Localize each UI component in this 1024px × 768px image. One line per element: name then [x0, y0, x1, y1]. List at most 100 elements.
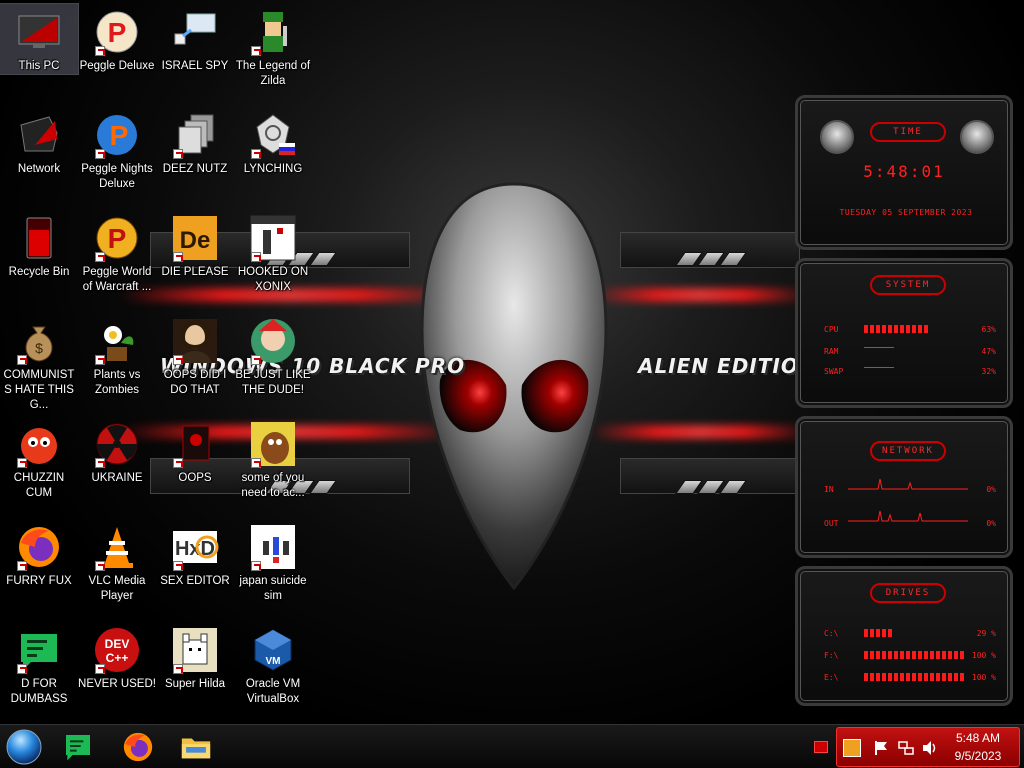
- taskbar-clock-time[interactable]: 5:48 AM: [943, 731, 1013, 745]
- alien-orb-icon: [960, 120, 994, 154]
- desktop-icon-japan-suicide-sim[interactable]: japan suicide sim: [234, 519, 312, 619]
- desktop-icon-ukraine[interactable]: UKRAINE: [78, 416, 156, 516]
- system-ram-row: RAM 47%: [824, 345, 996, 357]
- icon-label: LYNCHING: [243, 163, 303, 175]
- desktop-icon-never-used[interactable]: DEV C++ NEVER USED!: [78, 622, 156, 722]
- desktop-icon-die-please[interactable]: De DIE PLEASE: [156, 210, 234, 310]
- network-gadget[interactable]: NETWORK IN 0% OUT 0%: [795, 416, 1013, 558]
- icon-label: Network: [17, 163, 61, 175]
- desktop-icon-virtualbox[interactable]: VM Oracle VM VirtualBox: [234, 622, 312, 722]
- icon-label: UKRAINE: [91, 472, 143, 484]
- time-gadget[interactable]: TIME 5:48:01 TUESDAY 05 SEPTEMBER 2023: [795, 95, 1013, 250]
- network-status-icon[interactable]: [897, 740, 915, 756]
- desktop-icon-d-for-dumbass[interactable]: D FOR DUMBASS: [0, 622, 78, 722]
- icon-label: OOPS: [178, 472, 212, 484]
- icon-label: Oracle VM VirtualBox: [245, 678, 301, 705]
- desktop-icon-recycle-bin[interactable]: Recycle Bin: [0, 210, 78, 310]
- chat-app-icon: [66, 735, 90, 761]
- time-gadget-date: TUESDAY 05 SEPTEMBER 2023: [839, 208, 973, 217]
- desktop-icon-oops-did-i[interactable]: OOPS DID I DO THAT: [156, 313, 234, 413]
- show-hidden-icons-button[interactable]: [814, 741, 828, 753]
- desktop-icon-super-hilda[interactable]: Super Hilda: [156, 622, 234, 722]
- desktop-icon-vlc[interactable]: VLC Media Player: [78, 519, 156, 619]
- icon-label: CHUZZIN CUM: [13, 472, 65, 499]
- cpu-bar-fill: [864, 325, 929, 333]
- icon-label: OOPS DID I DO THAT: [163, 369, 227, 396]
- row-label: CPU: [824, 324, 839, 334]
- volume-icon[interactable]: [921, 740, 939, 756]
- drive-e-bar-fill: [864, 673, 966, 681]
- row-label: E:\: [824, 672, 839, 682]
- taskbar-firefox[interactable]: [118, 727, 158, 767]
- row-value: 100 %: [971, 650, 996, 660]
- svg-text:$: $: [35, 340, 43, 356]
- icon-label: DIE PLEASE: [161, 266, 229, 278]
- desktop-icon-furry-fux[interactable]: FURRY FUX: [0, 519, 78, 619]
- desktop-icon-oops[interactable]: OOPS: [156, 416, 234, 516]
- desktop-icon-communists[interactable]: $ COMMUNISTS HATE THIS G...: [0, 313, 78, 413]
- desktop-icon-plants-vs-zombies[interactable]: Plants vs Zombies: [78, 313, 156, 413]
- alien-orb-icon: [820, 120, 854, 154]
- svg-text:P: P: [108, 223, 127, 254]
- time-gadget-title: TIME: [870, 122, 946, 142]
- svg-text:De: De: [180, 227, 211, 254]
- start-button[interactable]: [4, 727, 44, 767]
- icon-label: DEEZ NUTZ: [162, 163, 228, 175]
- icon-label: Peggle Nights Deluxe: [81, 163, 153, 190]
- system-gadget[interactable]: SYSTEM CPU 63% RAM 47% SWAP 32%: [795, 258, 1013, 408]
- row-label: C:\: [824, 628, 839, 638]
- taskbar-file-explorer[interactable]: [176, 727, 216, 767]
- icon-label: The Legend of Zilda: [235, 60, 311, 87]
- alien-head-graphic: [420, 182, 608, 591]
- desktop-icon-peggle-wow[interactable]: P Peggle World of Warcraft ...: [78, 210, 156, 310]
- this-pc-icon: [18, 15, 60, 48]
- desktop-icon-this-pc[interactable]: This PC: [0, 3, 79, 104]
- swap-bar-fill: [864, 367, 897, 375]
- row-value: 0%: [986, 484, 996, 494]
- desktop-icon-lynching[interactable]: LYNCHING: [234, 107, 312, 207]
- desktop-icon-peggle-nights[interactable]: P Peggle Nights Deluxe: [78, 107, 156, 207]
- desktop-icon-hooked-on-xonix[interactable]: HOOKED ON XONIX: [234, 210, 312, 310]
- drive-c-bar-fill: [864, 629, 894, 637]
- drives-gadget-title: DRIVES: [870, 583, 946, 603]
- row-value: 47%: [981, 346, 996, 356]
- desktop-icon-israel-spy[interactable]: ISRAEL SPY: [156, 4, 234, 104]
- drive-f-row: F:\ 100 %: [824, 649, 996, 661]
- taskbar-clock-date[interactable]: 9/5/2023: [943, 749, 1013, 763]
- row-label: IN: [824, 484, 834, 494]
- svg-text:VM: VM: [266, 656, 281, 667]
- drive-f-bar-fill: [864, 651, 966, 659]
- tray-app-icon[interactable]: [843, 739, 861, 757]
- desktop-icon-deez-nutz[interactable]: DEEZ NUTZ: [156, 107, 234, 207]
- icon-label: some of you need to ac...: [241, 472, 305, 499]
- row-label: F:\: [824, 650, 839, 660]
- ram-bar: [864, 347, 966, 355]
- svg-text:P: P: [108, 17, 127, 48]
- desktop-icon-network[interactable]: Network: [0, 107, 78, 207]
- taskbar: 5:48 AM 9/5/2023: [0, 724, 1024, 768]
- desktop-icon-sex-editor[interactable]: HxD SEX EDITOR: [156, 519, 234, 619]
- drive-c-row: C:\ 29 %: [824, 627, 996, 639]
- taskbar-chat-app[interactable]: [58, 727, 98, 767]
- network-out-row: OUT 0%: [824, 517, 996, 529]
- icon-label: japan suicide sim: [239, 575, 307, 602]
- desktop-icon-legend-of-zilda[interactable]: The Legend of Zilda: [234, 4, 312, 104]
- drive-f-bar: [864, 651, 966, 659]
- desktop-icon-peggle-deluxe[interactable]: P Peggle Deluxe: [78, 4, 156, 104]
- drive-c-bar: [864, 629, 966, 637]
- desktop-icon-be-just-like-the-dude[interactable]: BE JUST LIKE THE DUDE!: [234, 313, 312, 413]
- virtualbox-icon: VM: [254, 629, 292, 671]
- desktop-icon-some-of-you[interactable]: some of you need to ac...: [234, 416, 312, 516]
- drive-e-bar: [864, 673, 966, 681]
- folder-icon: [181, 738, 211, 759]
- row-label: RAM: [824, 346, 839, 356]
- row-value: 63%: [981, 324, 996, 334]
- row-label: OUT: [824, 518, 839, 528]
- desktop-icon-chuzzin[interactable]: CHUZZIN CUM: [0, 416, 78, 516]
- system-swap-row: SWAP 32%: [824, 365, 996, 377]
- drives-gadget[interactable]: DRIVES C:\ 29 % F:\ 100 % E:\ 100 %: [795, 566, 1013, 706]
- icon-label: SEX EDITOR: [160, 575, 230, 587]
- flag-icon[interactable]: [873, 740, 889, 756]
- network-icon: [20, 116, 58, 152]
- icon-label: HOOKED ON XONIX: [237, 266, 309, 293]
